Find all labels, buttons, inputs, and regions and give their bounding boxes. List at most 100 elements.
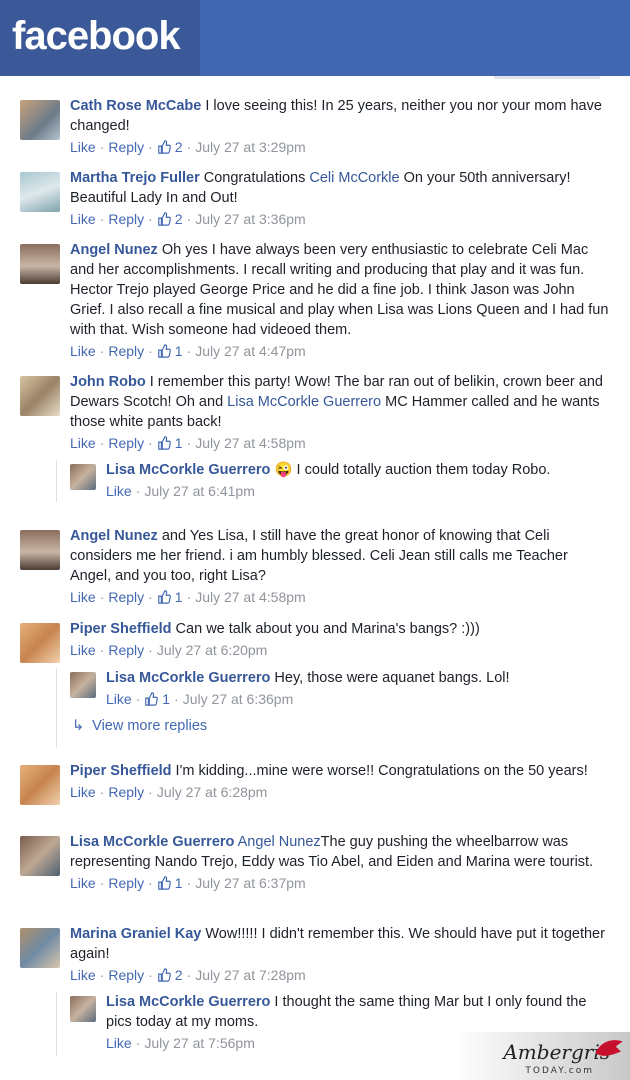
avatar[interactable] (20, 244, 60, 284)
logo-box: facebook (0, 0, 200, 76)
comment-text: Hey, those were aquanet bangs. Lol! (270, 670, 510, 686)
separator: · (135, 691, 141, 707)
like-count-value: 1 (174, 343, 183, 359)
like-count[interactable]: 1 (157, 343, 183, 359)
like-count[interactable]: 2 (157, 139, 183, 155)
parrot-logo-icon (595, 1040, 623, 1056)
mention-link[interactable]: Celi McCorkle (309, 170, 399, 186)
reply-button[interactable]: Reply (108, 211, 144, 227)
like-count[interactable]: 2 (157, 967, 183, 983)
mention-link[interactable]: Lisa McCorkle Guerrero (227, 394, 381, 410)
reply-button[interactable]: Reply (108, 784, 144, 800)
like-button[interactable]: Like (70, 967, 96, 983)
avatar[interactable] (20, 376, 60, 416)
like-count-value: 1 (174, 589, 183, 605)
timestamp[interactable]: July 27 at 6:36pm (183, 691, 294, 707)
reply-button[interactable]: Reply (108, 589, 144, 605)
view-more-label: View more replies (92, 718, 208, 734)
separator: · (148, 139, 153, 155)
timestamp[interactable]: July 27 at 6:28pm (157, 784, 268, 800)
timestamp[interactable]: July 27 at 7:56pm (144, 1035, 255, 1051)
commenter-name[interactable]: Lisa McCorkle Guerrero (70, 834, 234, 850)
thumbs-up-icon (158, 212, 171, 226)
reply-button[interactable]: Reply (108, 343, 144, 359)
avatar[interactable] (70, 672, 96, 698)
like-button[interactable]: Like (106, 483, 132, 499)
like-count[interactable]: 1 (157, 875, 183, 891)
commenter-name[interactable]: Lisa McCorkle Guerrero (106, 670, 270, 686)
timestamp[interactable]: July 27 at 4:58pm (195, 435, 306, 451)
like-button[interactable]: Like (70, 875, 96, 891)
reply-button[interactable]: Reply (108, 435, 144, 451)
separator: · (186, 875, 192, 891)
reply-button[interactable]: Reply (108, 642, 144, 658)
thumbs-up-icon (158, 876, 171, 890)
like-count-value: 1 (162, 691, 171, 707)
commenter-name[interactable]: Lisa McCorkle Guerrero (106, 994, 270, 1010)
separator: · (135, 1035, 141, 1051)
avatar[interactable] (20, 100, 60, 140)
like-count-value: 2 (174, 139, 183, 155)
facebook-logo[interactable]: facebook (12, 14, 181, 59)
like-button[interactable]: Like (70, 589, 96, 605)
like-button[interactable]: Like (106, 1035, 132, 1051)
separator: · (148, 435, 153, 451)
commenter-name[interactable]: Lisa McCorkle Guerrero (106, 462, 270, 478)
comment-text: I'm kidding...mine were worse!! Congratu… (171, 763, 588, 779)
separator: · (148, 211, 153, 227)
timestamp[interactable]: July 27 at 4:47pm (195, 343, 306, 359)
reply-button[interactable]: Reply (108, 967, 144, 983)
separator: · (99, 211, 105, 227)
reply-thread-line (56, 992, 57, 1056)
like-button[interactable]: Like (70, 642, 96, 658)
view-more-replies-link[interactable]: ↳ View more replies (72, 718, 207, 734)
commenter-name[interactable]: Piper Sheffield (70, 621, 172, 637)
commenter-name[interactable]: John Robo (70, 374, 146, 390)
timestamp[interactable]: July 27 at 3:36pm (195, 211, 306, 227)
like-button[interactable]: Like (70, 139, 96, 155)
avatar[interactable] (70, 464, 96, 490)
separator: · (99, 642, 105, 658)
watermark-sub: TODAY.com (525, 1066, 594, 1076)
like-button[interactable]: Like (70, 343, 96, 359)
timestamp[interactable]: July 27 at 6:37pm (195, 875, 306, 891)
like-count[interactable]: 2 (157, 211, 183, 227)
commenter-name[interactable]: Angel Nunez (70, 528, 158, 544)
commenter-name[interactable]: Marina Graniel Kay (70, 926, 201, 942)
timestamp[interactable]: July 27 at 3:29pm (195, 139, 306, 155)
commenter-name[interactable]: Cath Rose McCabe (70, 98, 201, 114)
commenter-name[interactable]: Angel Nunez (70, 242, 158, 258)
like-count[interactable]: 1 (157, 435, 183, 451)
commenter-name[interactable]: Piper Sheffield (70, 763, 172, 779)
like-count[interactable]: 1 (144, 691, 170, 707)
timestamp[interactable]: July 27 at 6:20pm (157, 642, 268, 658)
avatar[interactable] (20, 836, 60, 876)
separator: · (186, 967, 192, 983)
avatar[interactable] (20, 928, 60, 968)
separator: · (135, 483, 141, 499)
separator: · (186, 139, 192, 155)
separator: · (186, 589, 192, 605)
separator: · (148, 967, 153, 983)
timestamp[interactable]: July 27 at 7:28pm (195, 967, 306, 983)
like-button[interactable]: Like (70, 211, 96, 227)
avatar[interactable] (20, 172, 60, 212)
avatar[interactable] (20, 530, 60, 570)
like-count[interactable]: 1 (157, 589, 183, 605)
avatar[interactable] (20, 765, 60, 805)
mention-link[interactable]: Angel Nunez (238, 834, 321, 850)
watermark-sub-text: TODAY (525, 1066, 564, 1076)
reply-button[interactable]: Reply (108, 875, 144, 891)
reply-button[interactable]: Reply (108, 139, 144, 155)
timestamp[interactable]: July 27 at 4:58pm (195, 589, 306, 605)
avatar[interactable] (20, 623, 60, 663)
header-bar: facebook (0, 0, 630, 76)
timestamp[interactable]: July 27 at 6:41pm (144, 483, 255, 499)
like-button[interactable]: Like (106, 691, 132, 707)
avatar[interactable] (70, 996, 96, 1022)
like-count-value: 2 (174, 967, 183, 983)
like-button[interactable]: Like (70, 784, 96, 800)
separator: · (99, 784, 105, 800)
commenter-name[interactable]: Martha Trejo Fuller (70, 170, 200, 186)
like-button[interactable]: Like (70, 435, 96, 451)
